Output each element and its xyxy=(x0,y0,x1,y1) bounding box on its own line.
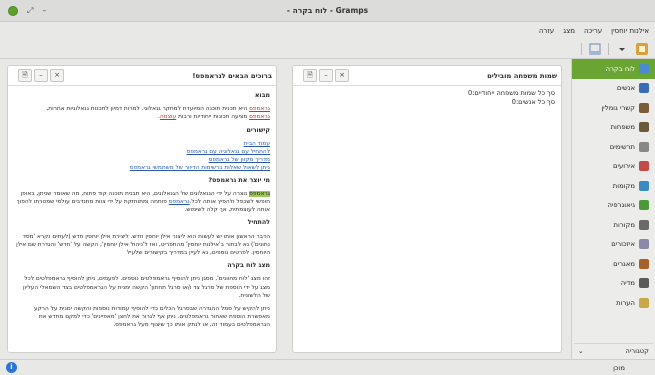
window-title: Gramps - לוח בקרה - xyxy=(286,6,369,15)
chevron-down-icon: ⌄ xyxy=(578,346,584,355)
sidebar-item-events[interactable]: אירועים xyxy=(572,157,655,177)
sidebar-item-places[interactable]: מקומות xyxy=(572,176,655,196)
gramplet-properties-button[interactable]: 🗎 xyxy=(18,69,32,82)
menu-edit[interactable]: עריכה xyxy=(584,27,602,35)
gramps-link[interactable]: גראמפס xyxy=(249,114,270,120)
sidebar-item-media[interactable]: מדיה xyxy=(572,274,655,294)
link-start-genealogy[interactable]: להתחיל עם גנאלוגיה עם גראמפס xyxy=(187,149,270,155)
repository-icon xyxy=(639,258,649,269)
status-bar: מוכן i xyxy=(0,359,655,375)
person-icon xyxy=(639,83,649,94)
dashboard-heading: מצג לוח בקרה xyxy=(227,262,270,270)
dashboard-icon xyxy=(639,63,649,74)
citation-icon xyxy=(639,239,649,250)
menu-bar: אילנות יוחסין עריכה מצג עזרה xyxy=(0,22,655,39)
sidebar-item-geography[interactable]: גיאוגרפיה xyxy=(572,196,655,216)
category-label: קטגוריה xyxy=(625,346,649,355)
sidebar-item-families[interactable]: משפחות xyxy=(572,118,655,138)
gramplet-minimize-button[interactable]: – xyxy=(34,69,48,82)
gramps-link[interactable]: גראמפס xyxy=(249,106,270,112)
link-online-manual[interactable]: מדריך מקוון של גראמפס xyxy=(209,157,270,163)
gramplet-properties-button[interactable]: 🗎 xyxy=(303,69,317,82)
total-people-count: סך כל אנשים:0 xyxy=(511,97,555,106)
gramps-link[interactable]: גראמפס xyxy=(169,199,190,205)
welcome-gramplet: 🗎 – × ברוכים הבאים לגראמפס! מבוא גראמפס … xyxy=(7,65,277,353)
relationship-icon xyxy=(639,102,649,113)
event-icon xyxy=(639,161,649,172)
link-mailing-lists[interactable]: ניתן לשאול שאלות ברשימות הדיוור של משתמש… xyxy=(130,165,270,171)
start-heading: להתחיל xyxy=(247,219,270,227)
sidebar-item-repositories[interactable]: מאגרים xyxy=(572,254,655,274)
surname-stats: סך כל שמות משפחה ייחודיים:0 סך כל אנשים:… xyxy=(293,86,561,109)
toolbar-separator xyxy=(608,43,609,55)
who-paragraph: גראמפס נוצרה על ידי הגנאלוגים של הגנאלוג… xyxy=(16,190,270,214)
gramplet-close-button[interactable]: × xyxy=(50,69,64,82)
gramplet-header[interactable]: 🗎 – × שמות משפחה מובילים xyxy=(293,66,561,86)
menu-family-trees[interactable]: אילנות יוחסין xyxy=(611,27,649,35)
intro-heading: מבוא xyxy=(254,92,270,99)
intro-paragraph: גראמפס היא תכנית תוכנה המיועדת למחקר גנא… xyxy=(46,106,270,121)
welcome-text: מבוא גראמפס היא תכנית תוכנה המיועדת למחק… xyxy=(8,86,276,330)
gramplet-title: שמות משפחה מובילים xyxy=(487,71,557,80)
sidebar-item-notes[interactable]: הערות xyxy=(572,293,655,313)
gramplet-title: ברוכים הבאים לגראמפס! xyxy=(192,71,272,80)
chevron-down-icon[interactable] xyxy=(615,42,629,56)
menu-view[interactable]: מצג xyxy=(563,27,575,35)
link-home-page[interactable]: עמוד הבית xyxy=(244,141,270,147)
sidebar-item-sources[interactable]: מקורות xyxy=(572,215,655,235)
note-icon xyxy=(639,297,649,308)
gramplet-header[interactable]: 🗎 – × ברוכים הבאים לגראמפס! xyxy=(8,66,276,86)
unique-surnames-count: סך כל שמות משפחה ייחודיים:0 xyxy=(467,89,555,97)
media-icon xyxy=(639,278,649,289)
start-paragraph: הדבר הראשון אותו יש לעשות הוא ליצור אילן… xyxy=(16,233,270,257)
who-heading: מי יוצר את גראמפס? xyxy=(208,176,270,184)
chart-icon xyxy=(639,141,649,152)
family-icon xyxy=(639,122,649,133)
sidebar-item-dashboard[interactable]: לוח בקרה xyxy=(572,59,655,79)
geography-icon xyxy=(639,200,649,211)
sidebar-item-charts[interactable]: תרשימים xyxy=(572,137,655,157)
dashboard-paragraph-2: ניתן להקיש על סמל ההגדרה שבסרגל הכלים כד… xyxy=(33,306,270,329)
gramplet-minimize-button[interactable]: – xyxy=(319,69,333,82)
status-text: מוכן xyxy=(613,363,625,372)
links-list: עמוד הבית להתחיל עם גנאלוגיה עם גראמפס מ… xyxy=(14,140,270,173)
gramps-highlight: גראמפס xyxy=(249,190,270,197)
info-icon[interactable]: i xyxy=(6,362,17,373)
source-icon xyxy=(639,219,649,230)
toolbar-separator xyxy=(581,43,582,55)
toolbar xyxy=(0,39,655,59)
sidebar-toggle-icon[interactable] xyxy=(588,42,602,56)
place-icon xyxy=(639,180,649,191)
navigator-sidebar: לוח בקרה אנשים קשרי גומלין משפחות תרשימי… xyxy=(571,59,655,359)
gramplet-close-button[interactable]: × xyxy=(335,69,349,82)
title-bar: ⤢ – Gramps - לוח בקרה - xyxy=(0,0,655,22)
power-link[interactable]: עוצמה xyxy=(160,114,176,120)
sidebar-item-relationships[interactable]: קשרי גומלין xyxy=(572,98,655,118)
links-heading: קישורים xyxy=(246,126,270,134)
sidebar-item-people[interactable]: אנשים xyxy=(572,79,655,99)
menu-help[interactable]: עזרה xyxy=(539,27,554,35)
gramplet-config-icon[interactable] xyxy=(635,42,649,56)
sidebar-item-citations[interactable]: איזכורים xyxy=(572,235,655,255)
dashboard-area: 🗎 – × ברוכים הבאים לגראמפס! מבוא גראמפס … xyxy=(0,59,570,359)
category-selector[interactable]: קטגוריה ⌄ xyxy=(574,343,653,357)
top-surnames-gramplet: 🗎 – × שמות משפחה מובילים סך כל שמות משפח… xyxy=(292,65,562,353)
dashboard-paragraph: זהו מצג 'לוח מחוונים', מסגן ניתן להוסיף … xyxy=(23,276,270,299)
